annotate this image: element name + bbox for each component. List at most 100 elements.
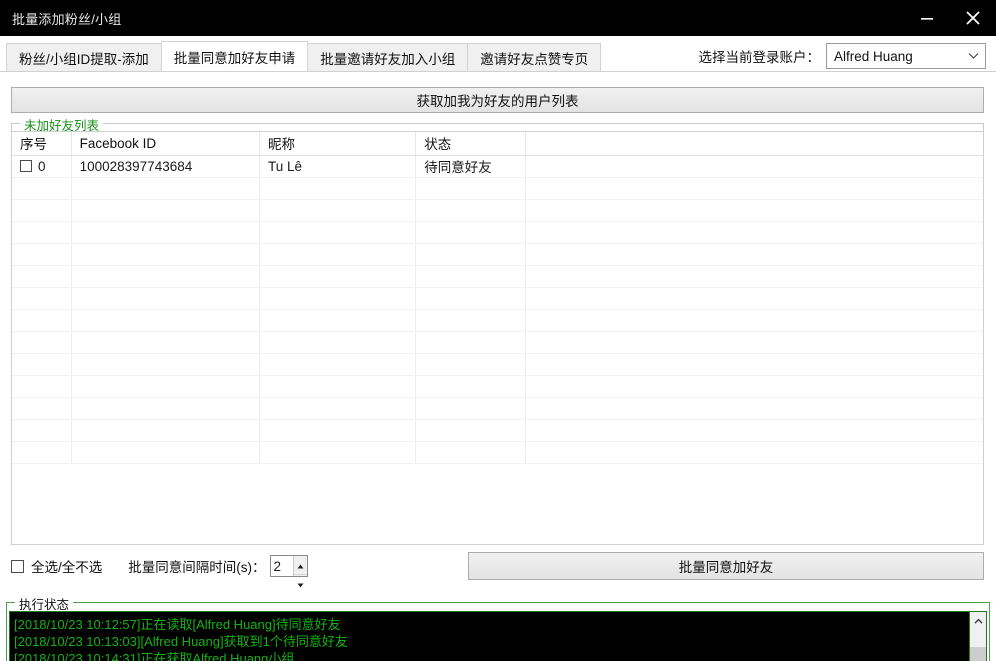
table-row[interactable]: 0 100028397743684 Tu Lê 待同意好友: [12, 155, 984, 177]
cell-empty[interactable]: [416, 309, 525, 331]
table-empty-row[interactable]: [12, 331, 984, 353]
table-empty-row[interactable]: [12, 353, 984, 375]
cell-empty[interactable]: [525, 287, 984, 309]
cell-empty[interactable]: [525, 353, 984, 375]
log-scrollbar[interactable]: [969, 612, 986, 661]
cell-empty[interactable]: [71, 441, 259, 463]
fetch-friend-requests-button[interactable]: 获取加我为好友的用户列表: [11, 87, 984, 113]
column-header-status[interactable]: 状态: [416, 132, 525, 155]
column-header-index[interactable]: 序号: [12, 132, 71, 155]
table-empty-row[interactable]: [12, 265, 984, 287]
table-empty-row[interactable]: [12, 221, 984, 243]
cell-empty[interactable]: [525, 375, 984, 397]
cell-empty[interactable]: [71, 397, 259, 419]
cell-empty[interactable]: [416, 265, 525, 287]
cell-empty[interactable]: [12, 199, 71, 221]
cell-empty[interactable]: [71, 265, 259, 287]
table-empty-row[interactable]: [12, 199, 984, 221]
interval-decrement-button[interactable]: [294, 575, 307, 593]
cell-empty[interactable]: [525, 265, 984, 287]
cell-status[interactable]: 待同意好友: [416, 155, 525, 177]
cell-empty[interactable]: [259, 353, 415, 375]
cell-empty[interactable]: [525, 221, 984, 243]
cell-empty[interactable]: [525, 243, 984, 265]
cell-empty[interactable]: [259, 397, 415, 419]
row-checkbox[interactable]: [20, 160, 32, 172]
cell-empty[interactable]: [525, 441, 984, 463]
tab-invite-friends-like-page[interactable]: 邀请好友点赞专页: [467, 43, 601, 72]
cell-empty[interactable]: [525, 309, 984, 331]
table-empty-row[interactable]: [12, 441, 984, 463]
tab-batch-approve-friends[interactable]: 批量同意加好友申请: [161, 41, 309, 72]
tab-extract-add[interactable]: 粉丝/小组ID提取-添加: [6, 43, 162, 72]
cell-empty[interactable]: [259, 287, 415, 309]
log-scroll-up-button[interactable]: [970, 612, 986, 629]
cell-empty[interactable]: [12, 287, 71, 309]
cell-empty[interactable]: [12, 221, 71, 243]
cell-empty[interactable]: [12, 331, 71, 353]
cell-empty[interactable]: [71, 177, 259, 199]
cell-empty[interactable]: [12, 265, 71, 287]
cell-empty[interactable]: [416, 221, 525, 243]
cell-empty[interactable]: [259, 375, 415, 397]
cell-empty[interactable]: [71, 375, 259, 397]
cell-empty[interactable]: [71, 287, 259, 309]
cell-empty[interactable]: [71, 353, 259, 375]
cell-empty[interactable]: [416, 177, 525, 199]
close-button[interactable]: [950, 0, 996, 36]
cell-empty[interactable]: [416, 243, 525, 265]
table-empty-row[interactable]: [12, 419, 984, 441]
cell-empty[interactable]: [416, 199, 525, 221]
cell-empty[interactable]: [416, 419, 525, 441]
cell-empty[interactable]: [12, 375, 71, 397]
cell-empty[interactable]: [12, 309, 71, 331]
table-empty-row[interactable]: [12, 375, 984, 397]
table-empty-row[interactable]: [12, 177, 984, 199]
cell-facebook-id[interactable]: 100028397743684: [71, 155, 259, 177]
cell-empty[interactable]: [525, 397, 984, 419]
cell-empty[interactable]: [525, 419, 984, 441]
column-header-facebook-id[interactable]: Facebook ID: [71, 132, 259, 155]
interval-value[interactable]: 2: [271, 556, 293, 576]
cell-empty[interactable]: [525, 331, 984, 353]
tab-invite-friends-to-group[interactable]: 批量邀请好友加入小组: [307, 43, 468, 72]
cell-empty[interactable]: [416, 397, 525, 419]
cell-empty[interactable]: [12, 419, 71, 441]
table-empty-row[interactable]: [12, 243, 984, 265]
cell-empty[interactable]: [71, 419, 259, 441]
cell-empty[interactable]: [525, 199, 984, 221]
cell-empty[interactable]: [259, 331, 415, 353]
execution-log-panel[interactable]: [2018/10/23 10:12:57]正在读取[Alfred Huang]待…: [9, 611, 987, 661]
cell-empty[interactable]: [12, 177, 71, 199]
cell-empty[interactable]: [259, 243, 415, 265]
select-all-checkbox-group[interactable]: 全选/全不选: [11, 556, 102, 576]
cell-empty[interactable]: [71, 243, 259, 265]
log-scroll-track[interactable]: [970, 629, 986, 661]
cell-empty[interactable]: [416, 287, 525, 309]
select-all-checkbox[interactable]: [11, 560, 24, 573]
cell-index[interactable]: 0: [12, 155, 71, 177]
cell-empty[interactable]: [71, 331, 259, 353]
minimize-button[interactable]: [904, 0, 950, 36]
account-select[interactable]: Alfred Huang: [826, 43, 986, 69]
column-header-nickname[interactable]: 昵称: [259, 132, 415, 155]
cell-nickname[interactable]: Tu Lê: [259, 155, 415, 177]
cell-empty[interactable]: [259, 309, 415, 331]
cell-empty[interactable]: [259, 199, 415, 221]
table-empty-row[interactable]: [12, 309, 984, 331]
column-header-extra[interactable]: [525, 132, 984, 155]
cell-empty[interactable]: [259, 265, 415, 287]
cell-empty[interactable]: [416, 441, 525, 463]
cell-empty[interactable]: [416, 331, 525, 353]
pending-friends-table-container[interactable]: 序号 Facebook ID 昵称 状态 0: [11, 131, 984, 545]
cell-empty[interactable]: [12, 397, 71, 419]
cell-empty[interactable]: [71, 221, 259, 243]
log-scroll-thumb[interactable]: [970, 647, 986, 661]
cell-empty[interactable]: [12, 441, 71, 463]
table-empty-row[interactable]: [12, 397, 984, 419]
cell-empty[interactable]: [259, 221, 415, 243]
cell-empty[interactable]: [259, 177, 415, 199]
cell-empty[interactable]: [12, 353, 71, 375]
batch-approve-button[interactable]: 批量同意加好友: [468, 552, 984, 580]
cell-empty[interactable]: [259, 441, 415, 463]
